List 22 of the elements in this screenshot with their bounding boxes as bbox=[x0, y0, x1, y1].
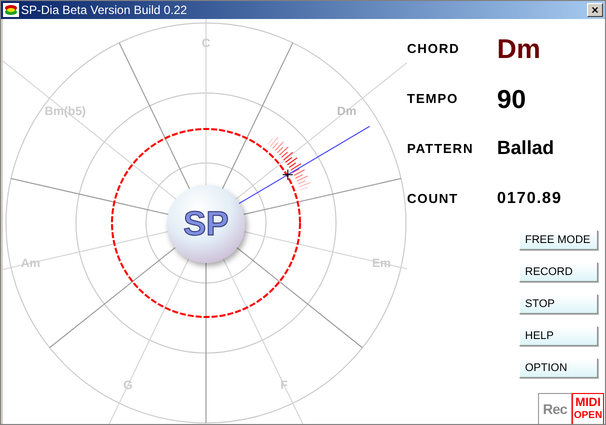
readout-label: CHORD bbox=[407, 40, 461, 58]
menu-button[interactable]: FREE MODE bbox=[519, 230, 598, 250]
midi-text: MIDI bbox=[575, 396, 601, 409]
close-button[interactable]: × bbox=[587, 3, 603, 17]
readout-value: 90 bbox=[497, 82, 526, 116]
readout-value: 0170.89 bbox=[497, 189, 562, 209]
readout-label: TEMPO bbox=[407, 90, 460, 108]
readout-label: COUNT bbox=[407, 190, 460, 208]
logo-text: SP bbox=[183, 204, 229, 244]
crosshair-icon bbox=[282, 169, 294, 180]
menu-button[interactable]: OPTION bbox=[519, 358, 598, 378]
midi-indicator[interactable]: MIDI OPEN bbox=[572, 393, 604, 424]
readout-label: PATTERN bbox=[407, 140, 474, 158]
app-icon bbox=[3, 3, 19, 17]
menu-button[interactable]: RECORD bbox=[519, 262, 598, 282]
menu-button[interactable]: HELP bbox=[519, 326, 598, 346]
midi-text: OPEN bbox=[574, 409, 602, 422]
window-title: SP-Dia Beta Version Build 0.22 bbox=[21, 2, 188, 19]
menu-button[interactable]: STOP bbox=[519, 294, 598, 314]
chord-label: Dm bbox=[337, 102, 356, 120]
readout-value: Ballad bbox=[497, 136, 554, 161]
readout-value: Dm bbox=[497, 32, 541, 66]
